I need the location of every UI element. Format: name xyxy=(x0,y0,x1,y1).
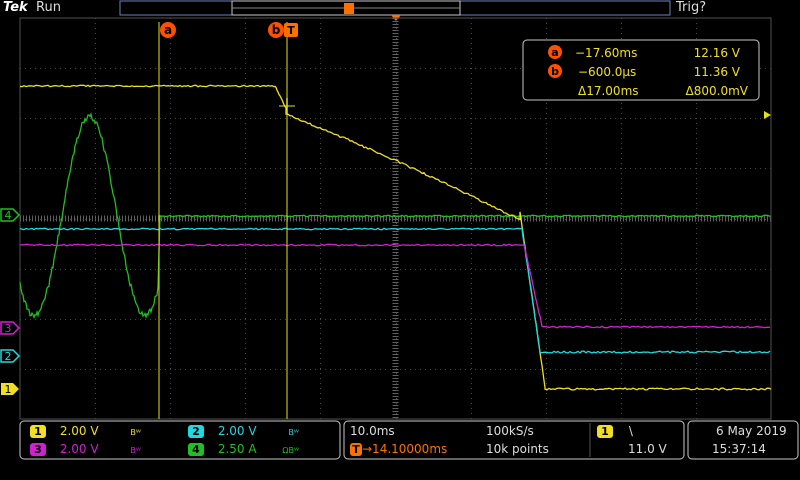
oscilloscope-screen: a b T 4 3 2 1 a b −17.60ms 12.16 V −600.… xyxy=(0,0,800,480)
trigger-level[interactable]: 11.0 V xyxy=(628,442,667,456)
ch4-bw-icon: ΩBᵂ xyxy=(282,446,299,455)
falling-edge-icon: \ xyxy=(629,424,633,438)
trigger-time-badge-label: T xyxy=(287,24,295,37)
svg-text:b: b xyxy=(551,65,559,78)
channel-4-marker[interactable]: 4 xyxy=(1,209,19,222)
ch3-setting[interactable]: 3 2.00 V Bᵂ xyxy=(30,442,141,458)
trigger-status: Trig? xyxy=(676,0,706,16)
svg-text:2: 2 xyxy=(5,350,12,363)
record-length: 10k points xyxy=(486,442,549,456)
run-status[interactable]: Run xyxy=(36,0,61,16)
ch1-bw-icon: Bᵂ xyxy=(130,428,140,437)
ch2-bw-icon: Bᵂ xyxy=(288,428,298,437)
svg-text:3: 3 xyxy=(5,322,12,335)
cursor-a-badge-label: a xyxy=(164,23,172,37)
trigger-level-marker[interactable] xyxy=(764,111,771,119)
horizontal-position[interactable]: T →14.10000ms xyxy=(350,442,447,456)
ch4-scale: 2.50 A xyxy=(218,442,257,456)
ch4-setting[interactable]: 4 2.50 A ΩBᵂ xyxy=(188,442,299,458)
channel-2-marker[interactable]: 2 xyxy=(1,350,19,363)
channel-3-marker[interactable]: 3 xyxy=(1,322,19,335)
readout-b-time: −600.0µs xyxy=(578,65,636,79)
time: 15:37:14 xyxy=(712,442,766,456)
readout-a-time: −17.60ms xyxy=(575,46,637,60)
ch4-badge: 4 xyxy=(188,443,204,456)
trigger-marker-icon xyxy=(344,3,354,14)
trigger-setting[interactable]: 1 \ xyxy=(597,424,633,438)
ch3-scale: 2.00 V xyxy=(60,442,99,456)
ch3-badge: 3 xyxy=(30,443,46,456)
ch2-badge: 2 xyxy=(188,425,204,438)
readout-a-value: 12.16 V xyxy=(694,46,741,60)
cursor-b-badge-label: b xyxy=(272,23,281,37)
trigger-source-badge: 1 xyxy=(597,425,613,438)
ch2-setting[interactable]: 2 2.00 V Bᵂ xyxy=(188,424,299,440)
readout-delta-value: Δ800.0mV xyxy=(686,84,749,98)
svg-text:1: 1 xyxy=(5,383,12,396)
ch1-scale: 2.00 V xyxy=(60,424,99,438)
brand-logo: Tek xyxy=(3,0,28,16)
date: 6 May 2019 xyxy=(716,424,787,438)
ch1-setting[interactable]: 1 2.00 V Bᵂ xyxy=(30,424,141,440)
trigger-position-icon: T xyxy=(350,443,362,456)
timebase-scale[interactable]: 10.0ms xyxy=(350,424,395,438)
readout-delta-time: Δ17.00ms xyxy=(578,84,639,98)
svg-text:4: 4 xyxy=(5,209,12,222)
readout-b-value: 11.36 V xyxy=(694,65,741,79)
sample-rate: 100kS/s xyxy=(486,424,534,438)
ch3-bw-icon: Bᵂ xyxy=(130,446,140,455)
channel-1-marker[interactable]: 1 xyxy=(1,383,19,396)
ch2-scale: 2.00 V xyxy=(218,424,257,438)
ch1-badge: 1 xyxy=(30,425,46,438)
svg-text:a: a xyxy=(551,46,558,59)
